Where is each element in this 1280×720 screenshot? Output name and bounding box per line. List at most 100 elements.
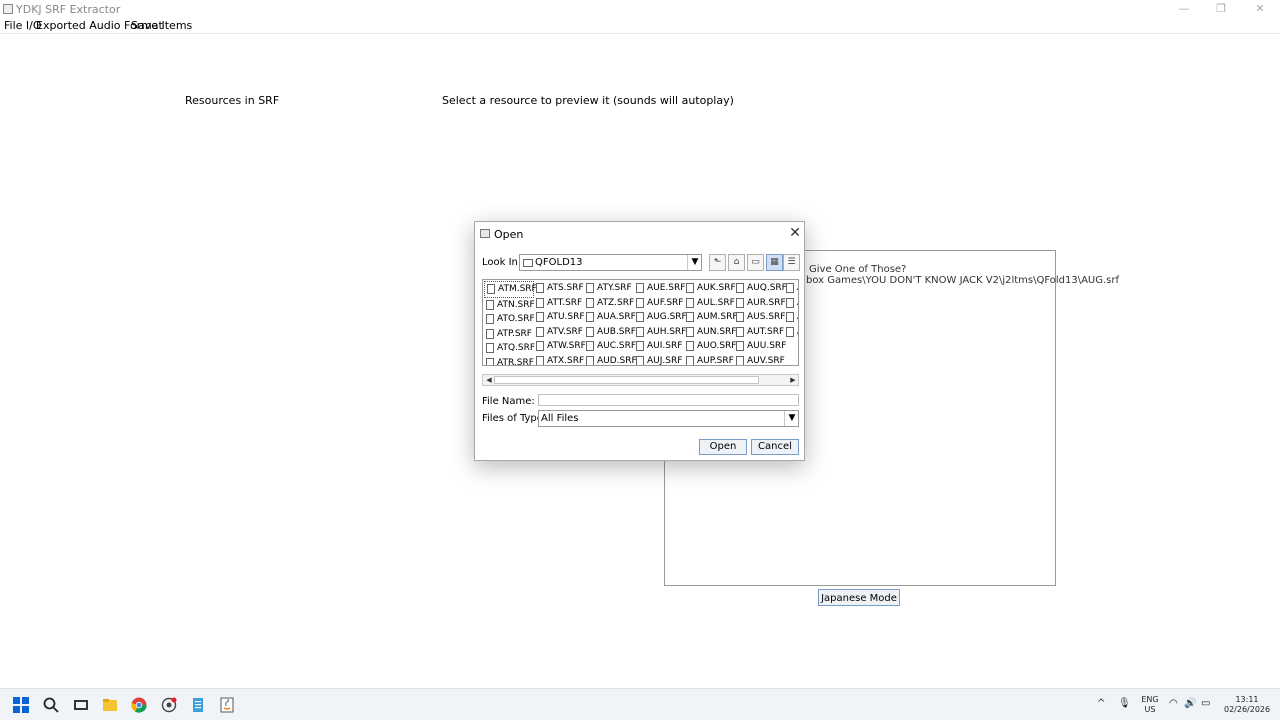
file-item[interactable]: ATM.SRF	[484, 281, 537, 298]
file-item[interactable]: A	[784, 325, 798, 340]
file-list[interactable]: ATM.SRF ATN.SRF ATO.SRF ATP.SRF ATQ.SRF …	[482, 279, 799, 366]
maximize-button[interactable]: ❐	[1211, 1, 1231, 17]
file-item[interactable]: ATN.SRF	[484, 298, 535, 313]
file-item[interactable]: AUG.SRF	[634, 310, 687, 325]
list-view-icon[interactable]: ▦	[766, 254, 783, 271]
wifi-icon[interactable]: ◠	[1169, 699, 1178, 709]
files-of-type-combo[interactable]: All Files ▼	[538, 410, 799, 427]
file-item[interactable]: ATV.SRF	[534, 325, 584, 340]
chevron-down-icon[interactable]: ▼	[784, 411, 799, 426]
file-item[interactable]: ATT.SRF	[534, 296, 584, 311]
file-item[interactable]: A	[784, 310, 798, 325]
file-item[interactable]: AUF.SRF	[634, 296, 684, 311]
microphone-icon[interactable]: 🎙	[1118, 699, 1131, 709]
file-item[interactable]: ATW.SRF	[534, 339, 586, 354]
home-icon[interactable]: ⌂	[728, 254, 745, 271]
scroll-left-icon[interactable]: ◀	[484, 375, 494, 385]
scroll-right-icon[interactable]: ▶	[788, 375, 798, 385]
file-item[interactable]: AUV.SRF	[734, 354, 785, 365]
file-name-input[interactable]	[538, 394, 799, 406]
japanese-mode-button[interactable]: Japanese Mode	[818, 589, 900, 606]
file-name-label: File Name:	[482, 396, 535, 407]
preview-label: Select a resource to preview it (sounds …	[442, 94, 734, 107]
file-item[interactable]: AUB.SRF	[584, 325, 636, 340]
file-item[interactable]: ATO.SRF	[484, 312, 535, 327]
look-in-value: QFOLD13	[535, 257, 583, 268]
file-explorer-icon[interactable]	[102, 697, 118, 713]
file-item[interactable]: ATZ.SRF	[584, 296, 634, 311]
notepad-icon[interactable]	[190, 697, 206, 713]
file-item[interactable]: AUJ.SRF	[634, 354, 684, 365]
up-folder-icon[interactable]: ⬑	[709, 254, 726, 271]
file-item[interactable]: AUI.SRF	[634, 339, 684, 354]
file-item[interactable]: AUO.SRF	[684, 339, 736, 354]
battery-icon[interactable]: ▭	[1201, 699, 1210, 709]
file-item[interactable]: AUM.SRF	[684, 310, 738, 325]
volume-icon[interactable]: 🔊	[1184, 699, 1196, 709]
file-item[interactable]: AUL.SRF	[684, 296, 735, 311]
open-button[interactable]: Open	[699, 439, 747, 455]
file-item[interactable]: AUD.SRF	[584, 354, 637, 365]
language-indicator[interactable]: ENG US	[1141, 695, 1159, 715]
file-icon	[536, 283, 544, 293]
file-icon	[736, 355, 744, 365]
file-item[interactable]: AUE.SRF	[634, 281, 685, 296]
file-item[interactable]: AUP.SRF	[684, 354, 734, 365]
file-item[interactable]: AUC.SRF	[584, 339, 636, 354]
preview-path-line: box Games\YOU DON'T KNOW JACK V2\j2ltms\…	[806, 275, 1120, 286]
file-item[interactable]: A	[784, 296, 798, 311]
file-item[interactable]: ATX.SRF	[534, 354, 584, 365]
horizontal-scrollbar[interactable]: ◀ ▶	[482, 374, 799, 386]
file-item[interactable]: AUU.SRF	[734, 339, 786, 354]
file-icon	[487, 284, 495, 294]
menu-divider	[0, 33, 1280, 34]
look-in-label: Look In:	[482, 257, 522, 268]
file-icon	[786, 312, 794, 323]
file-item[interactable]: ATP.SRF	[484, 327, 534, 342]
task-view-icon[interactable]	[73, 697, 89, 713]
file-item[interactable]: ATU.SRF	[534, 310, 585, 325]
cancel-button[interactable]: Cancel	[751, 439, 799, 455]
minimize-button[interactable]: —	[1174, 1, 1194, 17]
file-icon	[786, 297, 794, 308]
file-icon	[586, 312, 594, 323]
tray-overflow-icon[interactable]: ^	[1097, 699, 1105, 709]
file-item[interactable]: ATQ.SRF	[484, 341, 535, 356]
file-item[interactable]: AUA.SRF	[584, 310, 636, 325]
scroll-thumb[interactable]	[494, 376, 759, 384]
chevron-down-icon[interactable]: ▼	[687, 255, 702, 270]
file-column: AUE.SRF AUF.SRF AUG.SRF AUH.SRF AUI.SRF …	[634, 281, 687, 365]
file-item[interactable]: ATY.SRF	[584, 281, 634, 296]
details-view-icon[interactable]: ☰	[783, 254, 800, 271]
java-icon[interactable]	[219, 697, 235, 713]
file-icon	[586, 341, 594, 352]
close-button[interactable]: ✕	[1250, 1, 1270, 17]
file-icon	[636, 355, 644, 365]
new-folder-icon[interactable]: ▭	[747, 254, 764, 271]
files-of-type-value: All Files	[541, 413, 579, 424]
menu-save-items[interactable]: Save Items	[131, 19, 192, 33]
look-in-combo[interactable]: QFOLD13 ▼	[519, 254, 702, 271]
file-item[interactable]: ATS.SRF	[534, 281, 584, 296]
file-item[interactable]: AUS.SRF	[734, 310, 785, 325]
file-item[interactable]: AUQ.SRF	[734, 281, 787, 296]
app-icon[interactable]	[161, 697, 177, 713]
file-icon	[736, 297, 744, 308]
file-icon	[486, 299, 494, 310]
file-item[interactable]: A	[784, 281, 798, 296]
file-item[interactable]: AUH.SRF	[634, 325, 686, 340]
file-icon	[736, 283, 744, 293]
start-icon[interactable]	[13, 697, 29, 713]
dialog-close-button[interactable]: ✕	[788, 225, 802, 241]
file-item[interactable]: AUN.SRF	[684, 325, 736, 340]
file-icon	[686, 355, 694, 365]
file-item[interactable]: AUK.SRF	[684, 281, 736, 296]
file-item[interactable]: AUR.SRF	[734, 296, 786, 311]
search-icon[interactable]	[43, 697, 59, 713]
clock[interactable]: 13:11 02/26/2026	[1224, 695, 1270, 715]
file-item[interactable]: AUT.SRF	[734, 325, 784, 340]
files-of-type-label: Files of Type:	[482, 413, 547, 424]
file-item[interactable]: ATR.SRF	[484, 356, 534, 365]
file-icon	[486, 357, 494, 365]
chrome-icon[interactable]	[131, 697, 147, 713]
